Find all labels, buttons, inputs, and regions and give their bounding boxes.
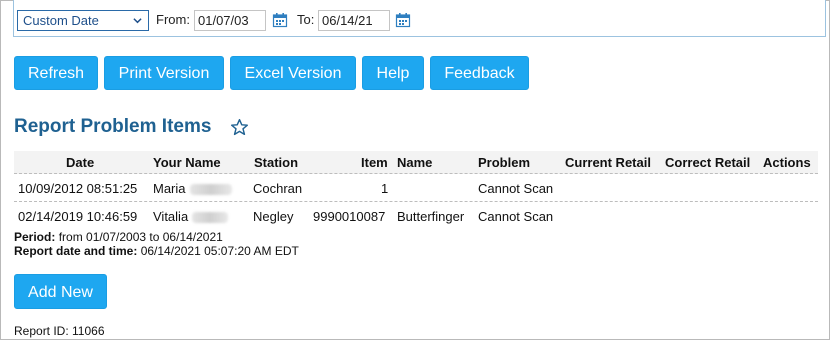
first-name: Vitalia [153,209,189,224]
from-date-value: 01/07/03 [198,13,249,28]
cell-station: Cochran [253,181,303,196]
calendar-icon[interactable] [395,12,411,28]
add-new-button[interactable]: Add New [14,274,107,309]
filter-bar: Custom Date From: 01/07/03 To: 06/14/21 [13,0,826,37]
column-header-station: Station [254,155,299,170]
excel-version-button[interactable]: Excel Version [230,56,356,90]
chevron-down-icon [133,18,142,24]
feedback-button[interactable]: Feedback [430,56,529,90]
column-header-date: Date [66,155,95,170]
cell-date: 02/14/2019 10:46:59 [18,209,138,224]
column-header-problem: Problem [478,155,531,170]
column-header-item: Item [361,155,388,170]
print-version-button[interactable]: Print Version [104,56,224,90]
date-range-select[interactable]: Custom Date [17,10,149,31]
page-title: Report Problem Items [14,116,212,137]
calendar-icon[interactable] [272,12,288,28]
to-date-input[interactable]: 06/14/21 [318,10,390,31]
cell-problem: Cannot Scan [478,181,554,196]
redacted-last-name [189,184,232,196]
cell-item: 9990010087 [313,209,386,224]
redacted-last-name [192,212,229,224]
period-label: Period: [14,230,56,244]
period-value: from 01/07/2003 to 06/14/2021 [58,230,223,244]
help-button[interactable]: Help [362,56,424,90]
cell-station: Negley [253,209,294,224]
period-line: Period: from 01/07/2003 to 06/14/2021 [14,230,223,244]
column-header-current-retail: Current Retail [565,155,651,170]
from-date-input[interactable]: 01/07/03 [194,10,266,31]
column-header-your-name: Your Name [153,155,221,170]
date-range-value: Custom Date [23,13,99,28]
to-label: To: [297,12,315,27]
cell-your-name: Vitalia [153,209,229,224]
column-header-correct-retail: Correct Retail [665,155,751,170]
cell-problem: Cannot Scan [478,209,554,224]
report-datetime-value: 06/14/2021 05:07:20 AM EDT [140,244,299,258]
refresh-button[interactable]: Refresh [14,56,98,90]
first-name: Maria [153,181,186,196]
report-id: Report ID: 11066 [14,324,105,338]
report-datetime-label: Report date and time: [14,244,138,258]
cell-your-name: Maria [153,181,232,196]
table-header: Date Your Name Station Item Name Problem… [14,151,818,174]
report-datetime-line: Report date and time: 06/14/2021 05:07:2… [14,244,299,258]
cell-item: 1 [381,181,389,196]
column-header-name: Name [397,155,433,170]
table-row: 02/14/2019 10:46:59 Vitalia Negley 99900… [14,203,818,230]
cell-date: 10/09/2012 08:51:25 [18,181,138,196]
to-date-value: 06/14/21 [322,13,373,28]
column-header-actions: Actions [763,155,811,170]
table-row: 10/09/2012 08:51:25 Maria Cochran 1 Cann… [14,175,818,202]
star-outline-icon[interactable] [230,118,249,137]
cell-name: Butterfinger [397,209,465,224]
from-label: From: [156,12,190,27]
